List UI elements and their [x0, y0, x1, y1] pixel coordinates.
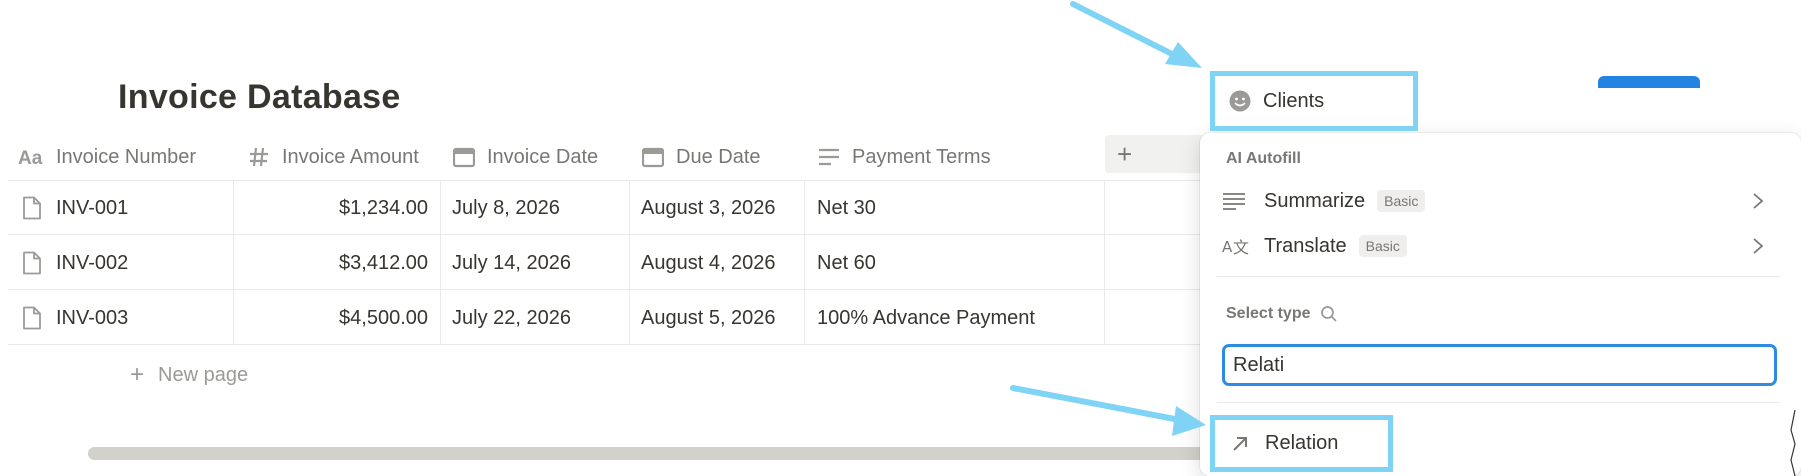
- plan-badge: Basic: [1377, 190, 1426, 212]
- hash-icon: [250, 147, 268, 167]
- page-title: Invoice Database: [118, 78, 401, 116]
- divider: [1104, 180, 1105, 345]
- divider: [629, 180, 630, 345]
- menu-item-summarize[interactable]: Summarize Basic: [1222, 182, 1782, 220]
- divider: [440, 180, 441, 345]
- page-icon: [23, 251, 41, 275]
- invoice-amount[interactable]: $3,412.00: [240, 236, 428, 290]
- invoice-date[interactable]: July 14, 2026: [452, 236, 571, 290]
- cursor-fragment: [1790, 410, 1796, 476]
- invoice-date[interactable]: July 8, 2026: [452, 181, 560, 235]
- menu-item-label: Relation: [1265, 432, 1339, 454]
- divider: [804, 180, 805, 345]
- column-header-invoice-date[interactable]: Invoice Date: [453, 135, 598, 179]
- invoice-number: INV-003: [56, 306, 129, 329]
- smiley-face-icon: [1229, 90, 1251, 112]
- payment-terms[interactable]: Net 60: [817, 236, 876, 290]
- chevron-right-icon: [1753, 193, 1764, 209]
- payment-terms[interactable]: 100% Advance Payment: [817, 291, 1035, 345]
- horizontal-scrollbar[interactable]: [88, 447, 1208, 460]
- invoice-number: INV-001: [56, 196, 129, 219]
- column-header-label: Invoice Amount: [282, 145, 419, 168]
- due-date[interactable]: August 3, 2026: [641, 181, 776, 235]
- invoice-amount[interactable]: $1,234.00: [240, 181, 428, 235]
- divider: [8, 234, 1204, 235]
- invoice-number: INV-002: [56, 251, 129, 274]
- plan-badge: Basic: [1358, 235, 1407, 257]
- due-date[interactable]: August 4, 2026: [641, 236, 776, 290]
- search-icon: [1321, 306, 1338, 322]
- column-header-invoice-number[interactable]: Aa Invoice Number: [18, 135, 196, 179]
- translate-icon: A 文: [1222, 235, 1252, 257]
- divider: [1217, 276, 1780, 277]
- title-aa-icon: Aa: [18, 148, 43, 167]
- plus-icon: +: [130, 361, 145, 388]
- svg-text:文: 文: [1233, 238, 1249, 257]
- annotation-arrow-top: [1070, 1, 1202, 68]
- payment-terms[interactable]: Net 30: [817, 181, 876, 235]
- select-type-heading: Select type: [1226, 305, 1338, 323]
- menu-item-translate[interactable]: A 文 Translate Basic: [1222, 227, 1782, 265]
- column-header-label: Invoice Date: [487, 145, 599, 168]
- column-header-invoice-amount[interactable]: Invoice Amount: [248, 135, 419, 179]
- divider: [1217, 402, 1780, 403]
- property-name-value: Clients: [1263, 89, 1325, 112]
- column-header-label: Due Date: [676, 145, 761, 168]
- invoice-date[interactable]: July 22, 2026: [452, 291, 571, 345]
- page-icon: [23, 196, 41, 220]
- ai-autofill-heading: AI Autofill: [1226, 150, 1301, 167]
- menu-item-relation[interactable]: Relation: [1210, 415, 1393, 472]
- summarize-lines-icon: [1222, 191, 1252, 211]
- table-row-invoice-number[interactable]: INV-002: [22, 236, 128, 290]
- divider: [8, 180, 1204, 181]
- menu-item-label: Translate: [1264, 234, 1347, 257]
- text-lines-icon: [819, 148, 839, 166]
- due-date[interactable]: August 5, 2026: [641, 291, 776, 345]
- column-header-label: Payment Terms: [852, 145, 991, 168]
- new-page-button[interactable]: + New page: [130, 358, 248, 392]
- new-page-label: New page: [158, 363, 249, 386]
- property-name-field[interactable]: Clients: [1210, 71, 1418, 131]
- annotation-arrow-bottom: [1010, 385, 1206, 436]
- calendar-icon: [453, 147, 475, 168]
- add-column-button[interactable]: +: [1105, 135, 1205, 173]
- column-header-label: Invoice Number: [56, 145, 197, 168]
- divider: [233, 180, 234, 345]
- column-header-due-date[interactable]: Due Date: [642, 135, 761, 179]
- menu-item-label: Summarize: [1264, 189, 1366, 212]
- chevron-right-icon: [1753, 238, 1764, 254]
- table-row-invoice-number[interactable]: INV-003: [22, 291, 128, 345]
- table-row-invoice-number[interactable]: INV-001: [22, 181, 128, 235]
- divider: [8, 289, 1204, 290]
- invoice-amount[interactable]: $4,500.00: [240, 291, 428, 345]
- calendar-icon: [642, 147, 664, 168]
- svg-text:A: A: [1222, 238, 1233, 256]
- relation-arrow-icon: [1233, 436, 1247, 451]
- svg-text:Aa: Aa: [18, 148, 43, 167]
- share-button[interactable]: [1598, 76, 1700, 88]
- page-icon: [23, 306, 41, 330]
- property-type-search-input[interactable]: [1222, 344, 1777, 386]
- column-header-payment-terms[interactable]: Payment Terms: [818, 135, 991, 179]
